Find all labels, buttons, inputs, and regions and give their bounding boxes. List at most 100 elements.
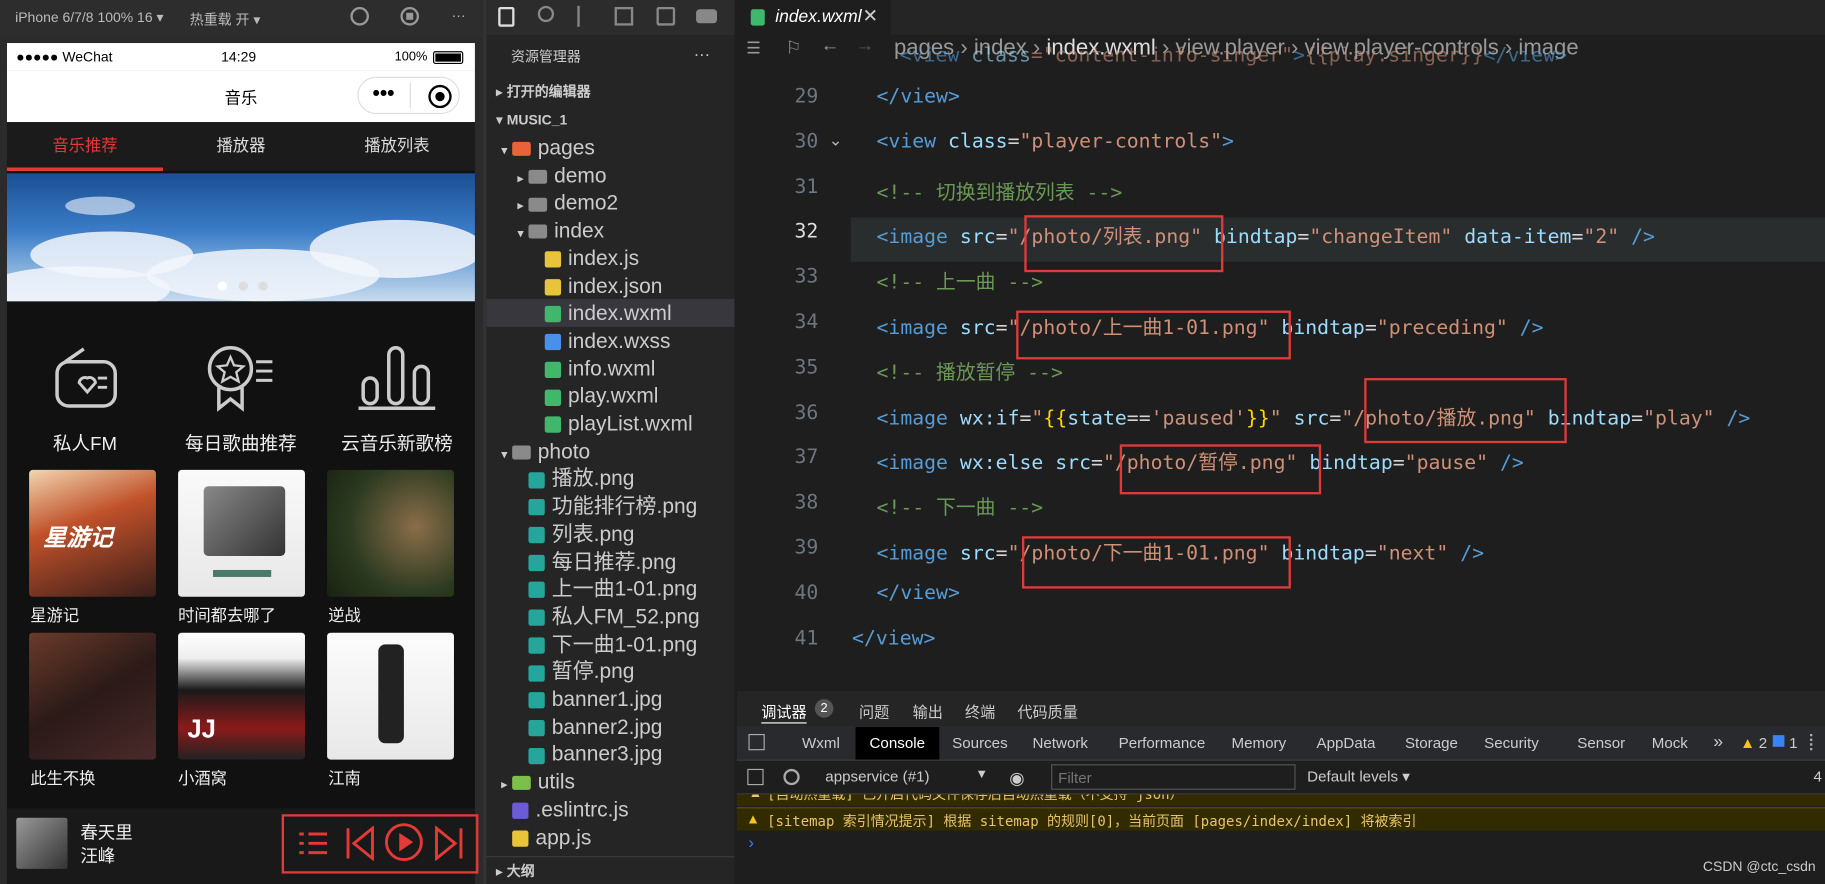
- tab-appdata[interactable]: AppData: [1303, 727, 1390, 760]
- tree-item[interactable]: 暂停.png: [487, 658, 735, 686]
- tab-problems[interactable]: 问题: [859, 700, 889, 722]
- album-cover[interactable]: 星游记: [29, 469, 156, 597]
- device-selector[interactable]: iPhone 6/7/8 100% 16 ▾: [15, 9, 163, 25]
- tab-storage[interactable]: Storage: [1391, 727, 1472, 760]
- eye-icon[interactable]: ◉: [1009, 768, 1024, 789]
- tree-item[interactable]: banner1.jpg: [487, 685, 735, 713]
- banner-swiper[interactable]: [6, 173, 475, 302]
- back-icon[interactable]: ←: [821, 36, 840, 57]
- next-icon[interactable]: [434, 825, 464, 861]
- bookmark-icon[interactable]: ⚐: [786, 37, 802, 58]
- tab-player[interactable]: 播放器: [163, 122, 319, 171]
- album-cover[interactable]: [327, 469, 454, 597]
- swiper-dot[interactable]: [217, 281, 227, 291]
- close-tab-icon[interactable]: ✕: [863, 5, 879, 28]
- list-icon[interactable]: [299, 829, 328, 857]
- code-line[interactable]: <image wx:if="{{state=='paused'}}" src="…: [876, 401, 1750, 430]
- sidebar-toggle-icon[interactable]: [747, 768, 764, 786]
- album-cover[interactable]: [327, 632, 454, 760]
- more-icon[interactable]: ···: [452, 7, 466, 23]
- tree-item[interactable]: info.wxml: [487, 354, 735, 382]
- settings-icon[interactable]: [1810, 733, 1815, 751]
- tree-item[interactable]: playList.wxml: [487, 409, 735, 437]
- hot-reload-toggle[interactable]: 热重载 开 ▾: [190, 9, 261, 29]
- tree-item[interactable]: 每日推荐.png: [487, 547, 735, 575]
- swiper-dot[interactable]: [258, 281, 268, 291]
- tab-music-recommend[interactable]: 音乐推荐: [6, 122, 163, 171]
- tab-sensor[interactable]: Sensor: [1563, 727, 1639, 760]
- inspect-icon[interactable]: [748, 733, 765, 751]
- tree-item[interactable]: banner2.jpg: [487, 713, 735, 741]
- filter-input[interactable]: [1051, 764, 1296, 790]
- files-icon[interactable]: [498, 6, 515, 27]
- player-cover[interactable]: [16, 817, 68, 869]
- code-line[interactable]: </view>: [876, 85, 959, 108]
- code-line[interactable]: <image src="/photo/列表.png" bindtap="chan…: [876, 220, 1654, 249]
- tree-item[interactable]: index.wxss: [487, 327, 735, 355]
- play-icon[interactable]: [384, 822, 424, 862]
- extensions-icon[interactable]: [614, 6, 634, 26]
- stop-icon[interactable]: [400, 6, 420, 26]
- tree-item[interactable]: ▸ utils: [487, 768, 735, 796]
- previous-icon[interactable]: [345, 825, 375, 861]
- tree-item[interactable]: ▾ photo: [487, 437, 735, 465]
- search-icon[interactable]: [537, 5, 555, 23]
- swiper-dot[interactable]: [238, 281, 248, 291]
- tab-code-quality[interactable]: 代码质量: [1017, 700, 1078, 722]
- tree-item[interactable]: .eslintrc.js: [487, 795, 735, 823]
- code-line[interactable]: <!-- 下一曲 -->: [876, 491, 1043, 520]
- git-icon[interactable]: [577, 5, 591, 27]
- docker-icon[interactable]: [696, 9, 718, 24]
- code-line[interactable]: </view>: [876, 581, 959, 604]
- code-line[interactable]: <!-- 上一曲 -->: [876, 265, 1043, 294]
- capsule-more-icon[interactable]: •••: [372, 81, 394, 105]
- chart-icon[interactable]: [358, 343, 436, 411]
- code-line[interactable]: <!-- 播放暂停 -->: [876, 356, 1062, 385]
- tab-security[interactable]: Security: [1470, 727, 1553, 760]
- list-icon[interactable]: ☰: [746, 38, 761, 58]
- storage-icon[interactable]: [656, 6, 676, 26]
- tree-item[interactable]: 下一曲1-01.png: [487, 630, 735, 658]
- tab-debugger[interactable]: 调试器: [761, 700, 807, 724]
- tree-item[interactable]: ▸ demo: [487, 161, 735, 189]
- tree-item[interactable]: 功能排行榜.png: [487, 492, 735, 520]
- levels-select[interactable]: Default levels ▾: [1307, 768, 1410, 787]
- tree-item[interactable]: 私人FM_52.png: [487, 602, 735, 630]
- fold-icon[interactable]: ⌄: [829, 130, 843, 150]
- tree-item[interactable]: ▾ index: [487, 216, 735, 244]
- tree-item[interactable]: banner3.jpg: [487, 740, 735, 768]
- tree-item[interactable]: app.js: [487, 823, 735, 851]
- context-select[interactable]: appservice (#1): [825, 768, 929, 785]
- forward-icon[interactable]: →: [856, 36, 875, 57]
- tab-terminal[interactable]: 终端: [965, 700, 995, 722]
- radio-icon[interactable]: [54, 345, 119, 410]
- tab-console[interactable]: Console: [855, 727, 940, 760]
- clear-icon[interactable]: [783, 768, 800, 786]
- tree-item[interactable]: play.wxml: [487, 382, 735, 410]
- outline-section[interactable]: ▸ 大纲: [486, 856, 735, 884]
- tab-network[interactable]: Network: [1019, 727, 1102, 760]
- tab-memory[interactable]: Memory: [1218, 727, 1301, 760]
- tab-sources[interactable]: Sources: [938, 727, 1021, 760]
- capsule-menu[interactable]: •••: [357, 76, 460, 114]
- editor-tab[interactable]: index.wxml ✕: [736, 0, 891, 35]
- explorer-more-icon[interactable]: ···: [694, 44, 710, 63]
- console-prompt[interactable]: ›: [748, 833, 753, 852]
- tree-item[interactable]: index.js: [487, 244, 735, 272]
- tree-item[interactable]: ▸ demo2: [487, 189, 735, 217]
- code-line[interactable]: <!-- 切换到播放列表 -->: [876, 175, 1122, 204]
- tree-item[interactable]: index.json: [487, 272, 735, 300]
- award-icon[interactable]: [205, 343, 275, 413]
- tab-mock[interactable]: Mock: [1638, 727, 1702, 760]
- project-section[interactable]: ▾ MUSIC_1: [487, 107, 735, 133]
- tree-item[interactable]: 上一曲1-01.png: [487, 575, 735, 603]
- tab-wxml[interactable]: Wxml: [788, 727, 854, 760]
- tree-item[interactable]: index.wxml: [486, 299, 735, 328]
- tab-playlist[interactable]: 播放列表: [319, 122, 475, 171]
- capsule-close-icon[interactable]: [428, 84, 452, 109]
- dropdown-icon[interactable]: ▼: [975, 768, 988, 782]
- code-line[interactable]: </view>: [852, 626, 935, 649]
- refresh-icon[interactable]: [350, 6, 369, 26]
- album-cover[interactable]: [178, 469, 305, 597]
- tree-item[interactable]: ▾ pages: [487, 134, 735, 162]
